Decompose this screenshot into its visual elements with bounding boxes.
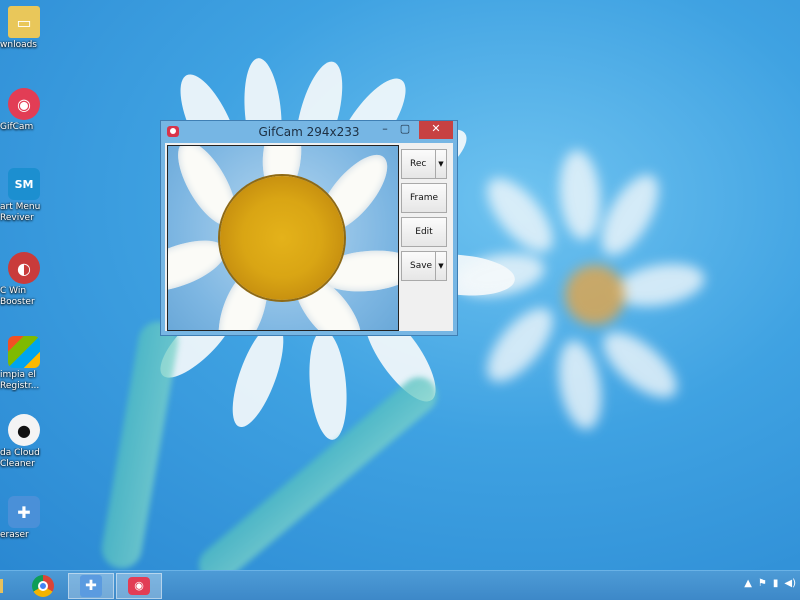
taskbar-chrome[interactable] (20, 573, 66, 599)
save-dropdown-icon[interactable]: ▼ (435, 252, 446, 280)
edit-button[interactable]: Edit (401, 217, 447, 247)
desktop-icon-gifcam[interactable]: ◉ GifCam (0, 88, 48, 133)
desktop: ▭ wnloads ◉ GifCam SM art Menu Reviver ◐… (0, 0, 800, 570)
close-button[interactable]: ✕ (419, 121, 453, 139)
system-tray: ▲ ⚑ ▮ ◀) (744, 578, 796, 589)
chrome-icon (32, 575, 54, 597)
rec-dropdown-icon[interactable]: ▼ (435, 150, 446, 178)
capture-frame[interactable] (167, 145, 399, 331)
taskbar-eraser[interactable]: ✚ (68, 573, 114, 599)
desktop-icon-panda-cloud-cleaner[interactable]: ● da Cloud Cleaner (0, 414, 48, 470)
window-client: Rec ▼ Frame Edit Save ▼ (165, 143, 453, 331)
folder-icon: ▭ (8, 6, 40, 38)
taskbar-gifcam[interactable]: ◉ (116, 573, 162, 599)
battery-icon[interactable]: ▮ (773, 578, 779, 589)
flower-center (220, 176, 344, 300)
save-button[interactable]: Save ▼ (401, 251, 447, 281)
desktop-icon-label: da Cloud Cleaner (0, 448, 40, 469)
gifcam-window[interactable]: GifCam 294x233 – ▢ ✕ Rec ▼ Frame Edit Sa… (160, 120, 458, 336)
smr-icon: SM (8, 168, 40, 200)
rec-label: Rec (410, 159, 427, 169)
frame-button[interactable]: Frame (401, 183, 447, 213)
windows-flag-icon (8, 336, 40, 368)
taskbar: ✚ ◉ ▲ ⚑ ▮ ◀) (0, 570, 800, 600)
desktop-icon-label: GifCam (0, 122, 34, 132)
panda-icon: ● (8, 414, 40, 446)
desktop-icon-label: art Menu Reviver (0, 202, 41, 223)
desktop-icon-win-booster[interactable]: ◐ C Win Booster (0, 252, 48, 308)
show-hidden-icons-icon[interactable]: ▲ (744, 578, 752, 589)
save-label: Save (410, 261, 433, 271)
desktop-icon-registry-cleaner[interactable]: impia el Registr... (0, 336, 48, 392)
maximize-button[interactable]: ▢ (395, 121, 415, 139)
desktop-icon-label: wnloads (0, 40, 37, 50)
desktop-icon-label: C Win Booster (0, 286, 35, 307)
minimize-button[interactable]: – (375, 121, 395, 139)
desktop-icon-label: eraser (0, 530, 29, 540)
desktop-icon-start-menu-reviver[interactable]: SM art Menu Reviver (0, 168, 48, 224)
booster-icon: ◐ (8, 252, 40, 284)
desktop-icon-eraser[interactable]: ✚ eraser (0, 496, 48, 541)
rec-button[interactable]: Rec ▼ (401, 149, 447, 179)
action-center-flag-icon[interactable]: ⚑ (758, 578, 767, 589)
title-bar[interactable]: GifCam 294x233 – ▢ ✕ (161, 121, 457, 143)
volume-icon[interactable]: ◀) (784, 578, 796, 589)
camera-icon: ◉ (8, 88, 40, 120)
eraser-icon: ✚ (8, 496, 40, 528)
taskbar-explorer[interactable] (0, 573, 16, 599)
camera-icon: ◉ (128, 577, 150, 595)
desktop-icon-label: impia el Registr... (0, 370, 40, 391)
folder-icon (0, 579, 3, 593)
eraser-icon: ✚ (80, 575, 102, 597)
desktop-icon-downloads[interactable]: ▭ wnloads (0, 6, 48, 51)
